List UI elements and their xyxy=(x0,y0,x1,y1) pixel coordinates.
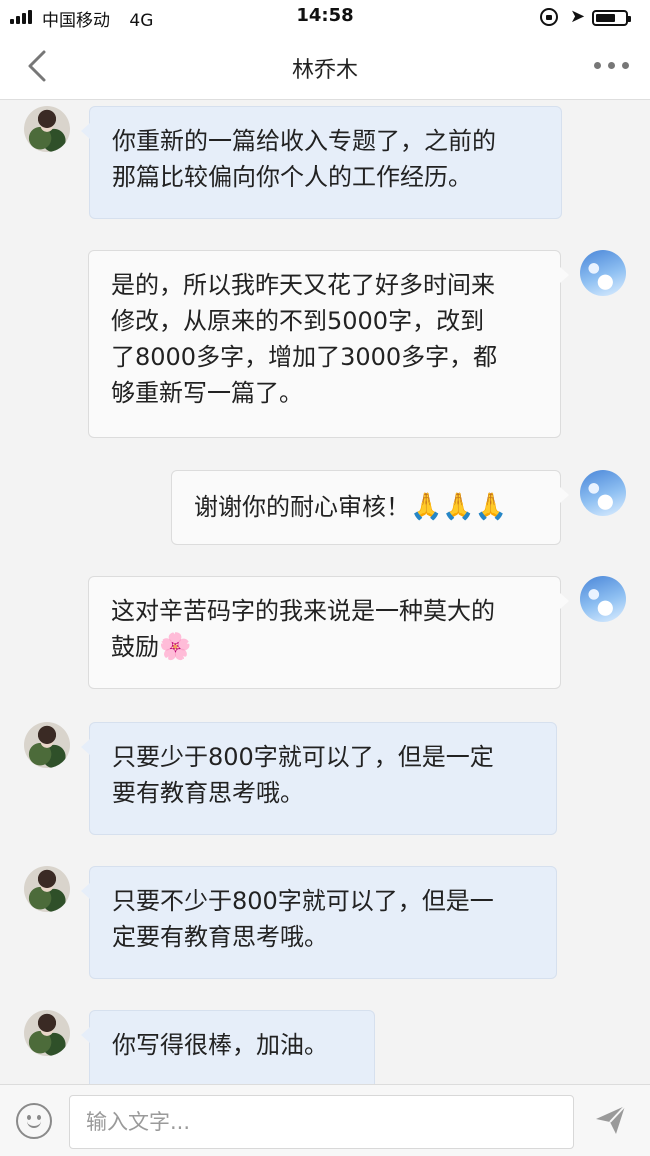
message-bubble-received[interactable]: 只要不少于800字就可以了，但是一 定要有教育思考哦。 xyxy=(81,866,557,979)
message-line: 要有教育思考哦。 xyxy=(112,779,304,807)
chat-title: 林乔木 xyxy=(291,58,358,83)
message-row: 谢谢你的耐心审核！🙏🙏🙏 xyxy=(0,470,650,550)
contact-avatar[interactable] xyxy=(24,106,70,152)
my-avatar[interactable] xyxy=(580,470,626,516)
message-bubble-sent[interactable]: 是的，所以我昨天又花了好多时间来 修改，从原来的不到5000字，改到 了8000… xyxy=(88,250,569,438)
message-row: 只要少于800字就可以了，但是一定 要有教育思考哦。 xyxy=(0,722,650,842)
message-bubble-received[interactable]: 你重新的一篇给收入专题了，之前的 那篇比较偏向你个人的工作经历。 xyxy=(81,106,562,219)
chat-message-list[interactable]: 你重新的一篇给收入专题了，之前的 那篇比较偏向你个人的工作经历。 是的，所以我昨… xyxy=(0,100,650,1084)
message-row: 你写得很棒，加油。 xyxy=(0,1010,650,1084)
contact-avatar[interactable] xyxy=(24,1010,70,1056)
location-icon: ➤ xyxy=(570,6,586,27)
more-button[interactable] xyxy=(592,56,632,76)
message-line: 是的，所以我昨天又花了好多时间来 xyxy=(111,271,495,299)
send-button[interactable] xyxy=(594,1103,628,1137)
message-line: 那篇比较偏向你个人的工作经历。 xyxy=(112,163,472,191)
message-bubble-received[interactable]: 只要少于800字就可以了，但是一定 要有教育思考哦。 xyxy=(81,722,557,835)
message-row: 是的，所以我昨天又花了好多时间来 修改，从原来的不到5000字，改到 了8000… xyxy=(0,250,650,440)
status-icons: ➤ xyxy=(540,6,640,28)
contact-avatar[interactable] xyxy=(24,722,70,768)
message-input[interactable] xyxy=(69,1095,574,1149)
message-line: 只要少于800字就可以了，但是一定 xyxy=(112,743,494,771)
message-row: 你重新的一篇给收入专题了，之前的 那篇比较偏向你个人的工作经历。 xyxy=(0,106,650,226)
message-row: 这对辛苦码字的我来说是一种莫大的 鼓励🌸 xyxy=(0,576,650,696)
message-line: 了8000多字，增加了3000多字，都 xyxy=(111,343,498,371)
nav-bar: 林乔木 xyxy=(0,34,650,100)
input-bar xyxy=(0,1084,650,1156)
status-bar: 中国移动 4G 14:58 ➤ xyxy=(0,0,650,34)
my-avatar[interactable] xyxy=(580,576,626,622)
orientation-lock-icon xyxy=(540,8,558,26)
my-avatar[interactable] xyxy=(580,250,626,296)
message-line: 定要有教育思考哦。 xyxy=(112,923,328,951)
message-bubble-sent[interactable]: 谢谢你的耐心审核！🙏🙏🙏 xyxy=(171,470,569,545)
message-text: 谢谢你的耐心审核！ xyxy=(194,493,410,521)
emoji-button[interactable] xyxy=(16,1103,52,1139)
message-line: 够重新写一篇了。 xyxy=(111,379,303,407)
message-line: 这对辛苦码字的我来说是一种莫大的 xyxy=(111,597,495,625)
contact-avatar[interactable] xyxy=(24,866,70,912)
message-line: 只要不少于800字就可以了，但是一 xyxy=(112,887,494,915)
message-line: 鼓励 xyxy=(111,633,159,661)
message-bubble-received[interactable]: 你写得很棒，加油。 xyxy=(81,1010,375,1084)
flower-emoji-icon: 🌸 xyxy=(159,632,192,662)
more-dots-icon xyxy=(594,62,601,69)
battery-icon xyxy=(592,10,631,26)
message-text: 你写得很棒，加油。 xyxy=(112,1031,328,1059)
pray-emoji-icon: 🙏🙏🙏 xyxy=(410,492,508,522)
send-icon xyxy=(596,1105,626,1134)
message-line: 修改，从原来的不到5000字，改到 xyxy=(111,307,485,335)
message-line: 你重新的一篇给收入专题了，之前的 xyxy=(112,127,496,155)
message-row: 只要不少于800字就可以了，但是一 定要有教育思考哦。 xyxy=(0,866,650,986)
message-bubble-sent[interactable]: 这对辛苦码字的我来说是一种莫大的 鼓励🌸 xyxy=(88,576,569,689)
